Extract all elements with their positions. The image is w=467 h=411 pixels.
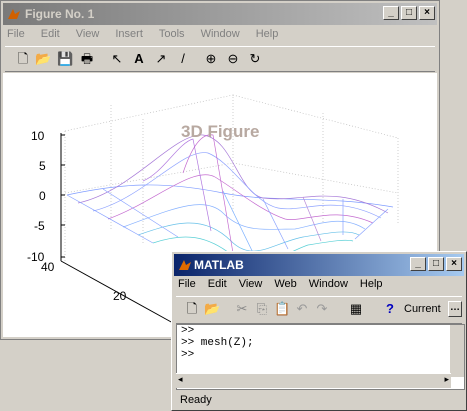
menu-insert[interactable]: Insert (113, 26, 145, 42)
print-icon[interactable]: 🖶 (79, 51, 95, 67)
insert-text-icon[interactable]: A (131, 51, 147, 67)
command-line: >> (181, 325, 195, 337)
scroll-right-icon[interactable]: ▸ (444, 374, 449, 385)
plot-title: 3D Figure (181, 122, 259, 141)
menu-file[interactable]: File (178, 278, 196, 290)
select-arrow-icon[interactable]: ↖ (109, 51, 125, 67)
z-tick-label: 10 (31, 129, 45, 143)
figure-toolbar: 🗋 📂 💾 🖶 ↖ A ↗ / ⊕ ⊖ ↻ (5, 46, 435, 72)
undo-icon[interactable]: ↶ (294, 301, 310, 317)
matlab-toolbar: 🗋 📂 ✂ ⎘ 📋 ↶ ↷ ▦ ? Current … (176, 296, 462, 324)
rotate-icon[interactable]: ↻ (247, 51, 263, 67)
redo-icon[interactable]: ↷ (314, 301, 330, 317)
open-folder-icon[interactable]: 📂 (204, 301, 220, 317)
copy-icon[interactable]: ⎘ (254, 301, 270, 317)
menu-file[interactable]: File (5, 26, 27, 42)
menu-tools[interactable]: Tools (157, 26, 187, 42)
matlab-window: MATLAB _ □ × File Edit View Web Window H… (171, 251, 467, 411)
cut-icon[interactable]: ✂ (234, 301, 250, 317)
current-directory-label: Current (404, 303, 441, 315)
command-line: >> (181, 349, 195, 361)
z-tick-label: -5 (34, 219, 45, 233)
matlab-logo-icon (179, 260, 191, 270)
command-line: >> mesh(Z); (181, 337, 254, 349)
horizontal-scrollbar[interactable]: ◂ ▸ (176, 373, 451, 388)
menu-edit[interactable]: Edit (208, 278, 227, 290)
open-folder-icon[interactable]: 📂 (35, 51, 51, 67)
matlab-title-bar[interactable]: MATLAB _ □ × (174, 254, 464, 276)
matlab-menubar: File Edit View Web Window Help (178, 278, 383, 290)
maximize-icon[interactable]: □ (401, 6, 417, 20)
menu-edit[interactable]: Edit (39, 26, 62, 42)
matlab-logo-icon (8, 9, 20, 19)
zoom-in-icon[interactable]: ⊕ (203, 51, 219, 67)
close-icon[interactable]: × (446, 257, 462, 271)
menu-view[interactable]: View (239, 278, 263, 290)
z-tick-label: 0 (39, 189, 46, 203)
zoom-out-icon[interactable]: ⊖ (225, 51, 241, 67)
matlab-title: MATLAB (194, 258, 244, 272)
maximize-icon[interactable]: □ (428, 257, 444, 271)
new-file-icon[interactable]: 🗋 (15, 51, 31, 67)
new-file-icon[interactable]: 🗋 (184, 301, 200, 317)
browse-button[interactable]: … (448, 301, 462, 317)
menu-view[interactable]: View (74, 26, 102, 42)
insert-line-icon[interactable]: / (175, 51, 191, 67)
save-icon[interactable]: 💾 (57, 51, 73, 67)
menu-window[interactable]: Window (309, 278, 348, 290)
menu-help[interactable]: Help (254, 26, 281, 42)
menu-help[interactable]: Help (360, 278, 383, 290)
menu-window[interactable]: Window (199, 26, 242, 42)
figure-title: Figure No. 1 (25, 7, 95, 21)
help-icon[interactable]: ? (382, 301, 398, 317)
minimize-icon[interactable]: _ (383, 6, 399, 20)
insert-arrow-icon[interactable]: ↗ (153, 51, 169, 67)
menu-web[interactable]: Web (274, 278, 296, 290)
z-tick-label: 5 (39, 159, 46, 173)
minimize-icon[interactable]: _ (410, 257, 426, 271)
scroll-left-icon[interactable]: ◂ (178, 374, 183, 385)
figure-title-bar[interactable]: Figure No. 1 _ □ × (3, 3, 437, 25)
status-bar-text: Ready (180, 394, 212, 406)
y-tick-label: 40 (41, 260, 55, 274)
paste-icon[interactable]: 📋 (274, 301, 290, 317)
simulink-icon[interactable]: ▦ (348, 301, 364, 317)
vertical-scrollbar[interactable] (450, 325, 464, 377)
close-icon[interactable]: × (419, 6, 435, 20)
figure-menubar: File Edit View Insert Tools Window Help (5, 26, 280, 42)
